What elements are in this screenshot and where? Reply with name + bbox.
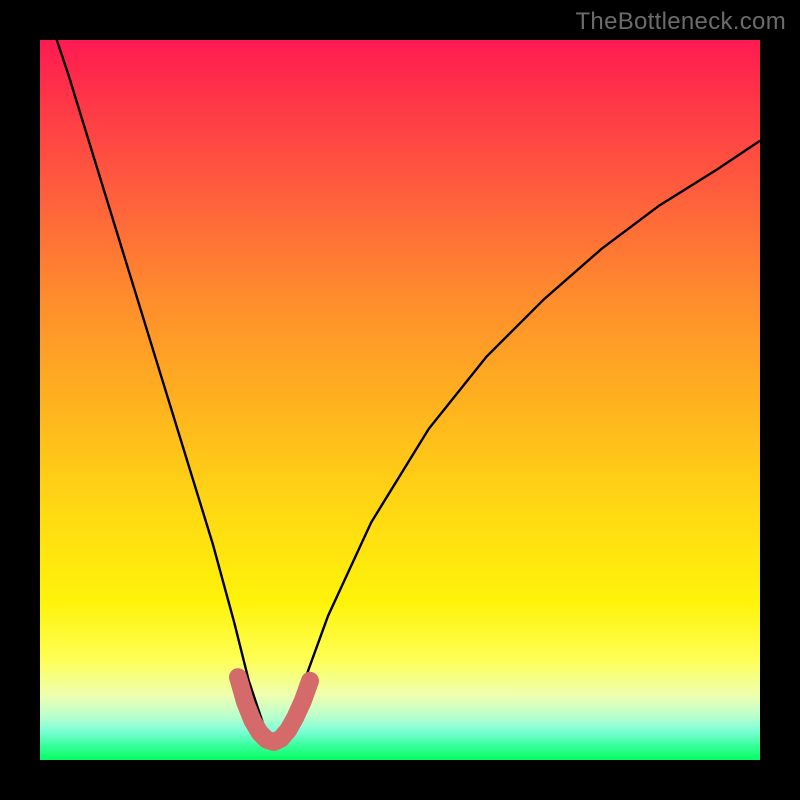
plot-area xyxy=(40,40,760,760)
watermark-text: TheBottleneck.com xyxy=(575,8,786,36)
chart-svg xyxy=(40,40,760,760)
bottleneck-curve xyxy=(40,0,760,742)
optimal-range-marker xyxy=(238,677,310,742)
chart-frame: TheBottleneck.com xyxy=(0,0,800,800)
